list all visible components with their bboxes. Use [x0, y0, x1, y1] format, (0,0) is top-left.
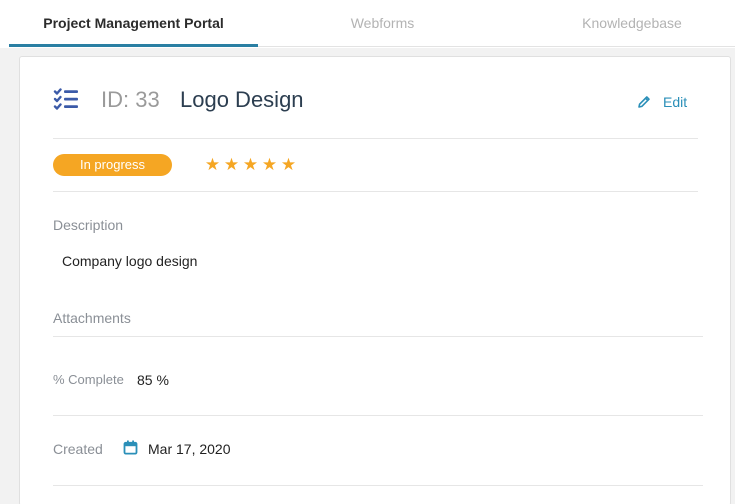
active-tab-indicator	[9, 44, 258, 47]
pencil-icon	[638, 96, 650, 108]
task-detail-card: ID: 33 Logo Design Edit In progress ★ ★ …	[19, 56, 731, 504]
tab-bar: Project Management Portal Webforms Knowl…	[0, 0, 735, 48]
task-id: ID: 33	[101, 87, 160, 112]
divider	[53, 485, 703, 486]
star-icon: ★	[204, 155, 221, 174]
checklist-icon	[53, 88, 78, 110]
calendar-icon	[123, 440, 138, 455]
star-icon: ★	[261, 155, 278, 174]
edit-label: Edit	[663, 94, 688, 110]
description-value: Company logo design	[62, 253, 198, 269]
star-icon: ★	[223, 155, 240, 174]
rating-stars: ★ ★ ★ ★ ★	[203, 155, 298, 175]
attachments-label: Attachments	[53, 310, 131, 326]
status-badge: In progress	[53, 154, 172, 176]
task-title: Logo Design	[180, 87, 304, 112]
created-value: Mar 17, 2020	[148, 441, 231, 457]
divider	[53, 336, 703, 337]
star-icon: ★	[242, 155, 259, 174]
created-label: Created	[53, 441, 103, 457]
divider	[53, 138, 698, 139]
percent-complete-label: % Complete	[53, 372, 124, 387]
divider	[53, 415, 703, 416]
divider	[53, 191, 698, 192]
description-label: Description	[53, 217, 124, 233]
tab-project-management-portal[interactable]: Project Management Portal	[9, 0, 258, 46]
percent-complete-value: 85 %	[137, 372, 169, 388]
tab-webforms[interactable]: Webforms	[258, 0, 507, 46]
edit-button[interactable]: Edit	[637, 93, 687, 111]
tab-knowledgebase[interactable]: Knowledgebase	[507, 0, 735, 46]
star-icon: ★	[280, 155, 297, 174]
